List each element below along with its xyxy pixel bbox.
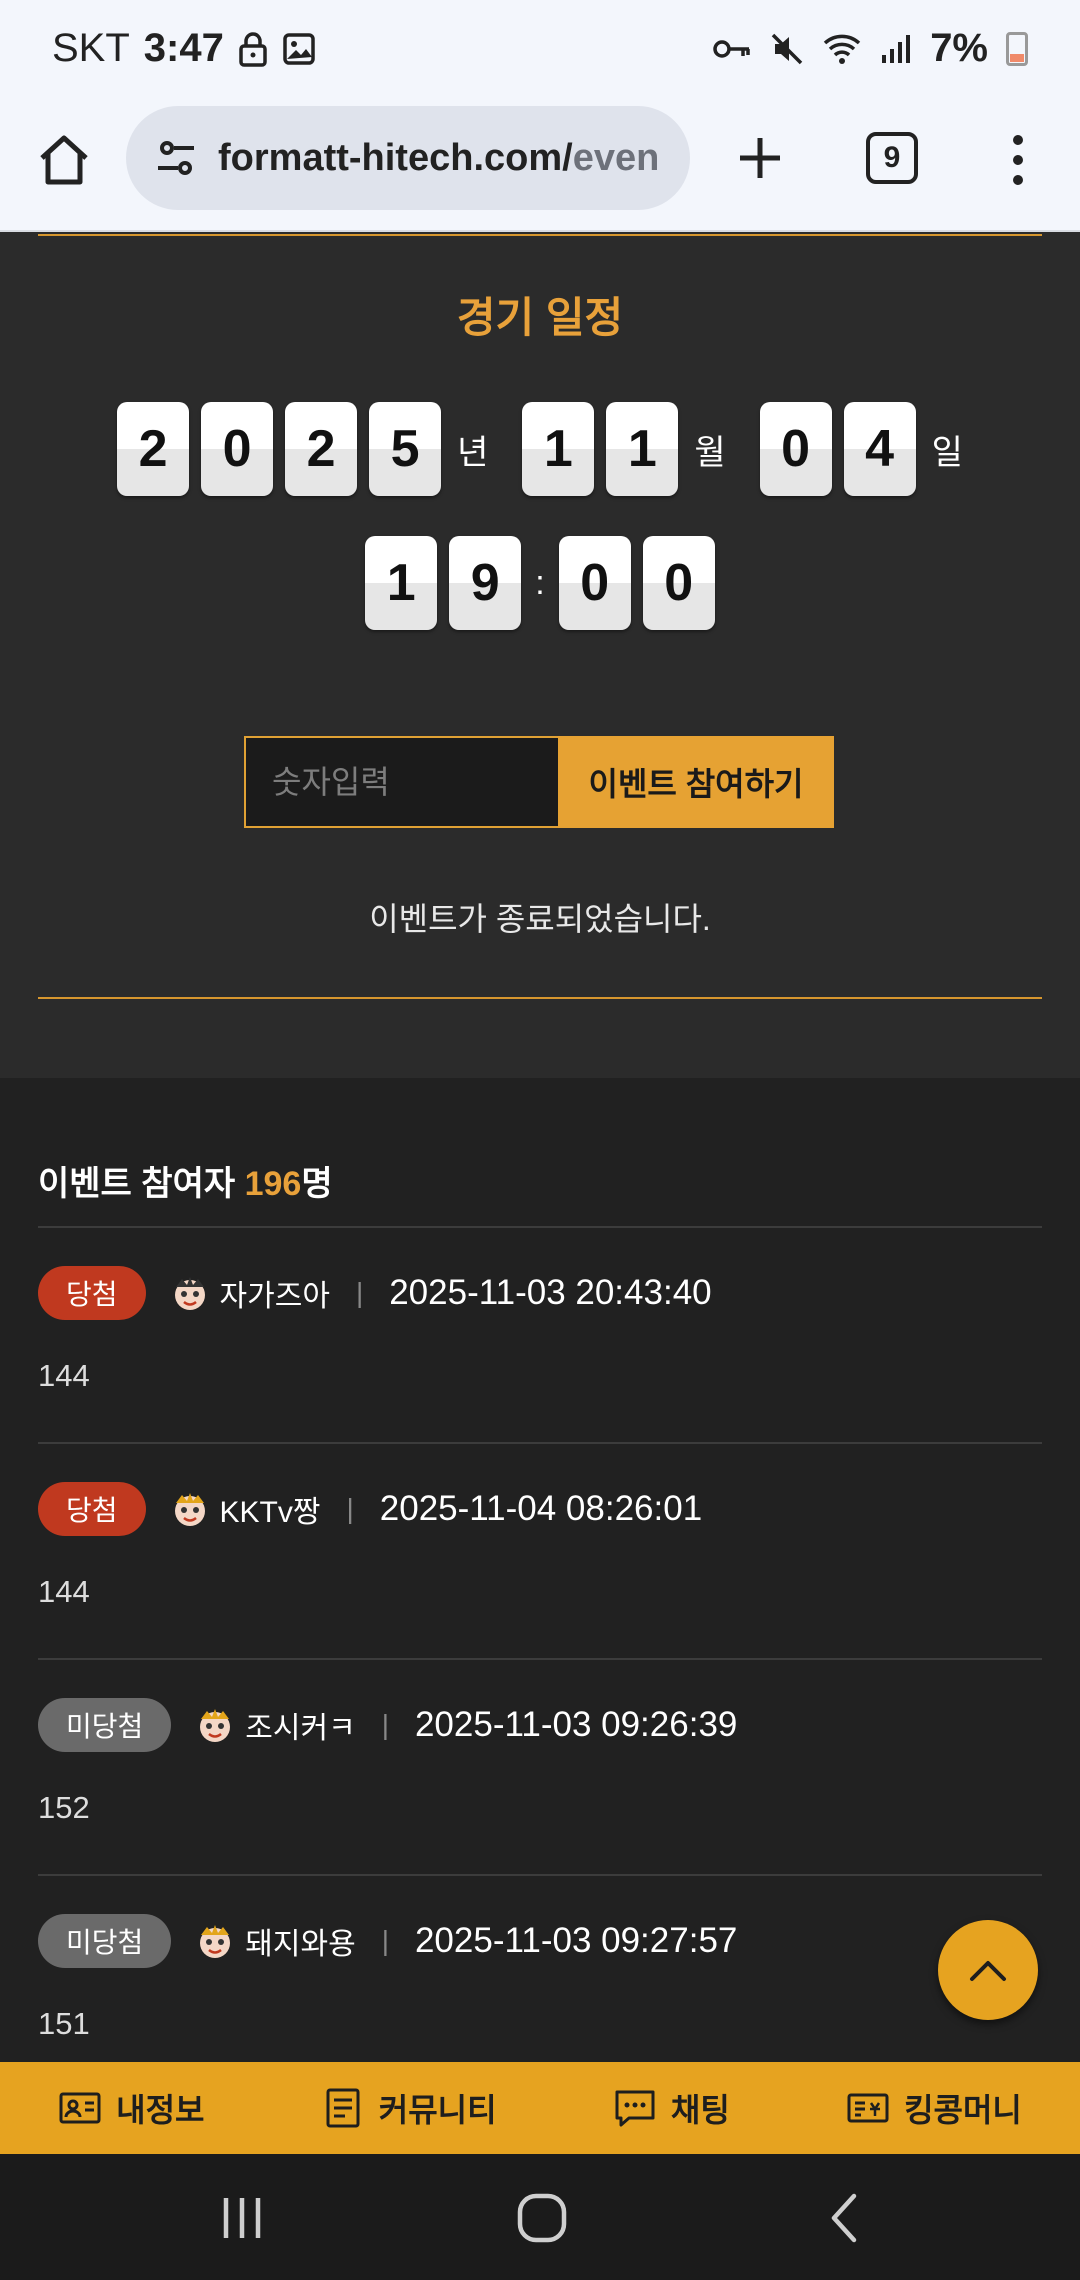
- document-icon: [326, 2088, 360, 2128]
- minute-digit: 0: [558, 536, 631, 630]
- nickname: KKTv짱: [219, 1496, 321, 1529]
- entry-value: 144: [38, 1358, 90, 1393]
- separator: |: [355, 1277, 364, 1308]
- participants-title-prefix: 이벤트 참여자: [38, 1165, 245, 1203]
- divider-line: [38, 997, 1042, 999]
- address-bar[interactable]: formatt-hitech.com/even: [126, 106, 690, 210]
- divider-line: [38, 234, 1042, 236]
- clock: 3:47: [143, 26, 224, 70]
- nickname: 자가즈아: [219, 1280, 330, 1313]
- site-settings-icon[interactable]: [152, 134, 200, 182]
- new-tab-icon[interactable]: [730, 128, 790, 188]
- avatar-icon: [174, 1493, 205, 1526]
- back-icon[interactable]: [816, 2188, 876, 2248]
- day-digit: 4: [843, 402, 916, 496]
- avatar-icon: [174, 1277, 205, 1310]
- url-text: formatt-hitech.com/even: [218, 137, 678, 180]
- nav-my-info[interactable]: 내정보: [58, 2085, 204, 2131]
- nav-label: 내정보: [116, 2092, 205, 2128]
- nav-label: 채팅: [670, 2092, 730, 2128]
- participants-section: 이벤트 참여자 196명 당첨 자가즈아 | 2025-11-03 20:43:…: [0, 1078, 1080, 2062]
- event-ended-message: 이벤트가 종료되었습니다.: [369, 901, 711, 937]
- participants-title-suffix: 명: [301, 1165, 333, 1203]
- carrier-label: SKT: [52, 26, 130, 70]
- schedule-title: 경기 일정: [456, 294, 624, 341]
- home-icon[interactable]: [34, 130, 94, 190]
- hour-digit: 1: [365, 536, 438, 630]
- entry-value: 151: [38, 2006, 90, 2041]
- list-item: 미당첨 조시커ㅋ | 2025-11-03 09:26:39 152: [38, 1660, 1042, 1874]
- mute-icon: [771, 33, 803, 64]
- timestamp: 2025-11-03 20:43:40: [389, 1273, 712, 1312]
- url-domain: formatt-hitech.com/: [218, 136, 573, 179]
- separator: |: [346, 1493, 354, 1524]
- participants-title: 이벤트 참여자 196명: [38, 1156, 333, 1205]
- date-display: 2 0 2 5 년 1 1 월 0 4 일: [0, 402, 1080, 496]
- month-digit: 1: [522, 402, 595, 496]
- timestamp: 2025-11-03 09:26:39: [414, 1705, 738, 1744]
- wifi-icon: [823, 34, 861, 64]
- minute-digit: 0: [642, 536, 715, 630]
- signal-icon: [882, 34, 911, 63]
- year-digit: 2: [285, 402, 358, 496]
- month-unit: 월: [694, 433, 726, 472]
- browser-toolbar: formatt-hitech.com/even 9: [0, 100, 1080, 232]
- money-card-icon: [847, 2093, 889, 2123]
- scroll-to-top-button[interactable]: [938, 1920, 1038, 2020]
- event-panel: 경기 일정 2 0 2 5 년 1 1 월 0 4 일 1 9 : 0 0 이벤…: [0, 232, 1080, 1078]
- nav-label: 커뮤니티: [378, 2092, 497, 2128]
- system-navigation-bar: [0, 2154, 1080, 2280]
- number-input[interactable]: [244, 736, 558, 828]
- home-nav-icon[interactable]: [512, 2188, 572, 2248]
- year-unit: 년: [457, 433, 489, 472]
- chevron-up-icon: [970, 1961, 1006, 1981]
- url-path: even: [572, 136, 660, 179]
- participants-count: 196: [244, 1165, 302, 1203]
- id-card-icon: [59, 2092, 101, 2124]
- separator: |: [381, 1709, 389, 1740]
- key-icon: [713, 39, 750, 58]
- nickname: 돼지와용: [245, 1928, 356, 1961]
- status-badge: 미당첨: [38, 1698, 172, 1752]
- timestamp: 2025-11-03 09:27:57: [414, 1921, 738, 1960]
- tab-switcher-button[interactable]: 9: [866, 132, 918, 184]
- battery-icon: [1006, 31, 1028, 66]
- nav-community[interactable]: 커뮤니티: [321, 2085, 497, 2131]
- list-item: 미당첨 돼지와용 | 2025-11-03 09:27:57 151: [38, 1876, 1042, 2090]
- status-badge: 당첨: [38, 1266, 146, 1320]
- join-event-button[interactable]: 이벤트 참여하기: [558, 736, 834, 828]
- year-digit: 0: [201, 402, 274, 496]
- list-item: 당첨 KKTv짱 | 2025-11-04 08:26:01 144: [38, 1444, 1042, 1658]
- battery-percent: 7%: [930, 26, 988, 70]
- list-item: 당첨 자가즈아 | 2025-11-03 20:43:40 144: [38, 1228, 1042, 1442]
- day-unit: 일: [931, 433, 963, 472]
- hour-digit: 9: [449, 536, 522, 630]
- status-badge: 미당첨: [38, 1914, 172, 1968]
- entry-value: 152: [38, 1790, 90, 1825]
- image-icon: [283, 32, 315, 65]
- separator: |: [381, 1925, 389, 1956]
- join-form: 이벤트 참여하기: [244, 736, 834, 828]
- year-digit: 2: [117, 402, 190, 496]
- time-colon: :: [535, 563, 545, 602]
- day-digit: 0: [759, 402, 832, 496]
- status-badge: 당첨: [38, 1482, 146, 1536]
- nav-chat[interactable]: 채팅: [613, 2085, 730, 2131]
- status-bar: SKT 3:47 7%: [0, 0, 1080, 100]
- timestamp: 2025-11-04 08:26:01: [379, 1489, 703, 1528]
- recent-apps-icon[interactable]: [212, 2188, 272, 2248]
- avatar-icon: [200, 1709, 231, 1742]
- year-digit: 5: [369, 402, 442, 496]
- entry-value: 144: [38, 1574, 90, 1609]
- nav-money[interactable]: 킹콩머니: [846, 2085, 1022, 2131]
- nav-label: 킹콩머니: [904, 2092, 1022, 2128]
- chat-bubble-icon: [615, 2090, 655, 2127]
- more-menu-icon[interactable]: [1000, 130, 1036, 190]
- bottom-navigation: 내정보 커뮤니티 채팅 킹콩머니: [0, 2062, 1080, 2154]
- lock-icon: [239, 31, 267, 67]
- avatar-icon: [200, 1925, 231, 1958]
- time-display: 1 9 : 0 0: [0, 536, 1080, 630]
- month-digit: 1: [606, 402, 679, 496]
- nickname: 조시커ㅋ: [245, 1712, 356, 1745]
